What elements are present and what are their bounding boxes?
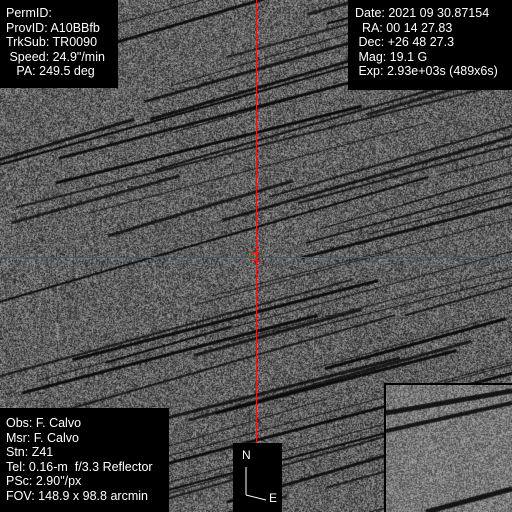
compass-east-label: E xyxy=(269,491,278,505)
target-box-icon xyxy=(251,252,260,261)
perm-id-line: PermID: xyxy=(6,6,52,20)
trk-sub-line: TrkSub: TR0090 xyxy=(6,35,98,50)
ra-line: RA: 00 14 27.83 xyxy=(355,20,453,35)
speed-line: Speed: 24.9"/min xyxy=(6,49,105,64)
pixel-scale-line: PSc: 2.90"/px xyxy=(6,474,82,489)
observer-panel: Obs: F. Calvo Msr: F. Calvo Stn: Z41 Tel: 0… xyxy=(0,408,169,512)
dec-line: Dec: +26 48 27.3 xyxy=(355,35,455,50)
compass-north-label: N xyxy=(242,448,251,462)
measurer-line: Msr: F. Calvo xyxy=(6,430,79,445)
date-line: Date: 2021 09 30.87154 xyxy=(355,6,490,20)
astrometry-panel: Date: 2021 09 30.87154 RA: 00 14 27.83 D… xyxy=(348,0,512,90)
observation-viewer: PermID: ProvID: A10BBfb TrkSub: TR0090 Spe… xyxy=(0,0,512,512)
prov-id-line: ProvID: A10BBfb xyxy=(6,20,100,35)
zoom-inset-image xyxy=(384,383,512,512)
position-angle-line: PA: 249.5 deg xyxy=(6,64,95,79)
zoom-inset-canvas xyxy=(386,385,512,512)
observer-line: Obs: F. Calvo xyxy=(6,416,82,430)
exposure-line: Exp: 2.93e+03s (489x6s) xyxy=(355,64,498,79)
station-line: Stn: Z41 xyxy=(6,445,54,460)
compass-rose-icon: N E xyxy=(233,443,282,512)
mag-line: Mag: 19.1 G xyxy=(355,49,428,64)
field-of-view-line: FOV: 148.9 x 98.8 arcmin xyxy=(6,488,148,503)
object-info-panel: PermID: ProvID: A10BBfb TrkSub: TR0090 Spe… xyxy=(0,0,118,88)
telescope-line: Tel: 0.16-m f/3.3 Reflector xyxy=(6,459,153,474)
